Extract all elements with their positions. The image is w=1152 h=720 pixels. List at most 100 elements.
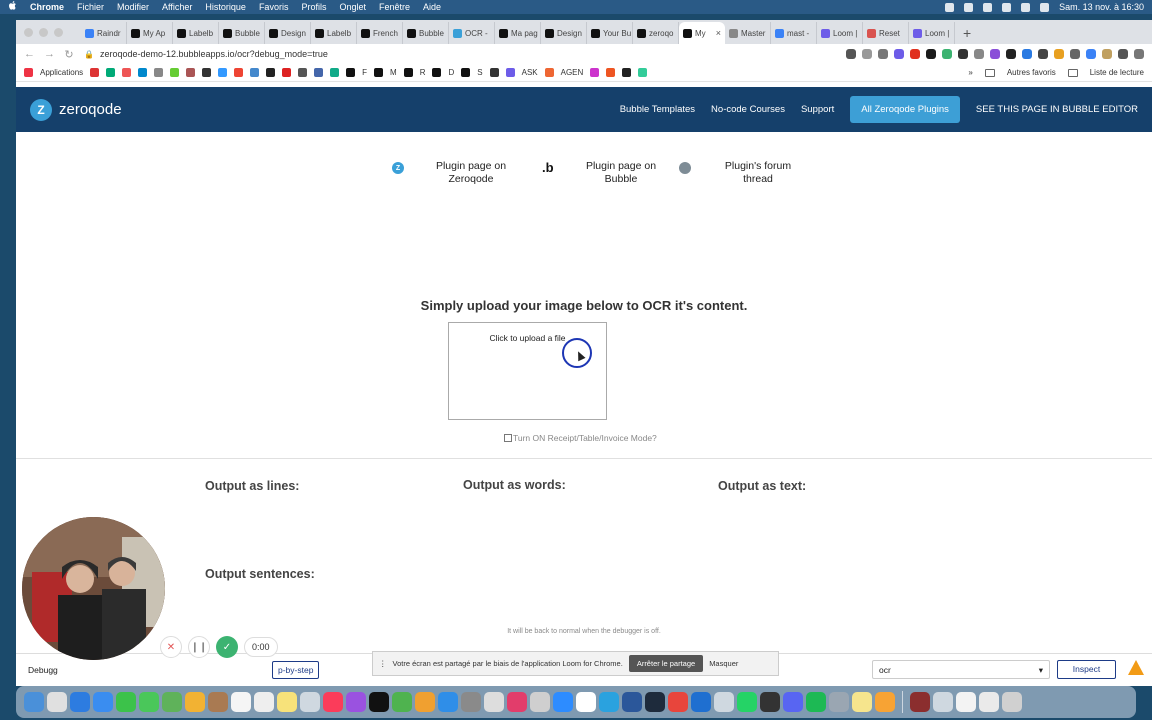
drag-handle-icon[interactable]: ⋮: [379, 659, 387, 668]
safari-icon[interactable]: [70, 692, 90, 712]
notion-icon[interactable]: [576, 692, 596, 712]
more-menu-icon[interactable]: [1134, 49, 1144, 59]
star-icon[interactable]: [878, 49, 888, 59]
notes-icon[interactable]: [277, 692, 297, 712]
bubble-bookmark-icon[interactable]: [346, 68, 356, 77]
bookmarks-overflow-icon[interactable]: »: [968, 68, 972, 77]
bookmark-icon[interactable]: [622, 68, 632, 77]
telegram-icon[interactable]: [599, 692, 619, 712]
contacts-icon[interactable]: [208, 692, 228, 712]
document-icon[interactable]: [979, 692, 999, 712]
menu-item-view[interactable]: Afficher: [162, 2, 192, 12]
menu-app-name[interactable]: Chrome: [30, 2, 64, 12]
browser-tab[interactable]: My Ap: [127, 22, 173, 44]
bookmark-icon[interactable]: [544, 68, 554, 77]
menu-item-window[interactable]: Fenêtre: [379, 2, 410, 12]
browser-tab[interactable]: My ×: [679, 22, 725, 44]
reminders-icon[interactable]: [254, 692, 274, 712]
extension-icon[interactable]: [1038, 49, 1048, 59]
menu-item-profiles[interactable]: Profils: [301, 2, 326, 12]
reading-list[interactable]: Liste de lecture: [1090, 68, 1144, 77]
app-icon[interactable]: [956, 692, 976, 712]
nav-bubble-templates[interactable]: Bubble Templates: [620, 104, 695, 115]
word-icon[interactable]: [622, 692, 642, 712]
bookmark-label[interactable]: R: [420, 68, 426, 77]
browser-tab[interactable]: Bubble: [403, 22, 449, 44]
site-logo[interactable]: Z zeroqode: [30, 98, 122, 121]
wifi-icon[interactable]: [1021, 2, 1031, 12]
bookmark-icon[interactable]: [590, 68, 600, 77]
bookmark-icon[interactable]: [234, 68, 244, 77]
bubble-bookmark-icon[interactable]: [374, 68, 384, 77]
extension-icon[interactable]: [958, 49, 968, 59]
bookmark-icon[interactable]: [186, 68, 196, 77]
bookmark-label[interactable]: AGEN: [561, 68, 584, 77]
app-icon[interactable]: [691, 692, 711, 712]
bookmark-icon[interactable]: [250, 68, 260, 77]
finish-recording-icon[interactable]: ✓: [216, 636, 238, 658]
bookmark-icon[interactable]: [505, 68, 515, 77]
finder-icon[interactable]: [24, 692, 44, 712]
menu-item-history[interactable]: Historique: [205, 2, 246, 12]
browser-tab[interactable]: zeroqo: [633, 22, 679, 44]
app-icon[interactable]: [852, 692, 872, 712]
browser-tab[interactable]: mast -: [771, 22, 817, 44]
browser-tab[interactable]: Bubble: [219, 22, 265, 44]
browser-tab[interactable]: Design: [265, 22, 311, 44]
bookmark-label[interactable]: M: [390, 68, 397, 77]
extension-icon[interactable]: [990, 49, 1000, 59]
minimize-window-icon[interactable]: [39, 27, 48, 37]
bubble-editor-link[interactable]: SEE THIS PAGE IN BUBBLE EDITOR: [976, 104, 1138, 115]
close-tab-icon[interactable]: ×: [716, 28, 721, 38]
bookmark-icon[interactable]: [266, 68, 276, 77]
apps-grid-icon[interactable]: [24, 68, 33, 77]
nav-no-code-courses[interactable]: No-code Courses: [711, 104, 785, 115]
bookmark-icon[interactable]: [606, 68, 616, 77]
bookmark-label[interactable]: F: [362, 68, 367, 77]
browser-tab[interactable]: Labelb: [173, 22, 219, 44]
bookmark-icon[interactable]: [202, 68, 212, 77]
trash-icon[interactable]: [1002, 692, 1022, 712]
photos-icon[interactable]: [185, 692, 205, 712]
launchpad-icon[interactable]: [47, 692, 67, 712]
stop-sharing-button[interactable]: Arrêter le partage: [628, 655, 704, 672]
bookmark-icon[interactable]: [330, 68, 340, 77]
new-tab-button[interactable]: +: [955, 25, 979, 44]
help-icon[interactable]: [300, 692, 320, 712]
browser-tab[interactable]: Raindr: [81, 22, 127, 44]
extension-icon[interactable]: [1070, 49, 1080, 59]
browser-tab[interactable]: Loom |: [909, 22, 955, 44]
share-icon[interactable]: [862, 49, 872, 59]
lock-icon[interactable]: 🔒: [84, 50, 94, 59]
browser-tab[interactable]: Design: [541, 22, 587, 44]
bookmark-icon[interactable]: [298, 68, 308, 77]
element-inspector-select[interactable]: ocr ▾: [872, 660, 1050, 679]
menu-item-help[interactable]: Aide: [423, 2, 441, 12]
pause-icon[interactable]: ❙❙: [188, 636, 210, 658]
podcasts-icon[interactable]: [346, 692, 366, 712]
messages-icon[interactable]: [139, 692, 159, 712]
chrome-icon[interactable]: [668, 692, 688, 712]
status-icon[interactable]: [964, 2, 974, 12]
warning-icon[interactable]: [1128, 660, 1144, 675]
facetime-icon[interactable]: [116, 692, 136, 712]
bookmark-icon[interactable]: [106, 68, 116, 77]
system-preferences-icon[interactable]: [461, 692, 481, 712]
extension-icon[interactable]: [926, 49, 936, 59]
back-icon[interactable]: ←: [24, 48, 35, 60]
browser-tab[interactable]: Loom |: [817, 22, 863, 44]
extension-icon[interactable]: [1102, 49, 1112, 59]
tv-icon[interactable]: [369, 692, 389, 712]
app-icon[interactable]: [645, 692, 665, 712]
bookmark-applications[interactable]: Applications: [40, 68, 83, 77]
url-text[interactable]: zeroqode-demo-12.bubbleapps.io/ocr?debug…: [100, 49, 328, 59]
calendar-icon[interactable]: [231, 692, 251, 712]
whatsapp-icon[interactable]: [737, 692, 757, 712]
browser-tab[interactable]: French: [357, 22, 403, 44]
app-store-icon[interactable]: [438, 692, 458, 712]
menu-item-tab[interactable]: Onglet: [339, 2, 366, 12]
forum-thread-link[interactable]: Plugin's forum thread: [679, 160, 803, 186]
browser-tab[interactable]: Labelb: [311, 22, 357, 44]
bubble-page-link[interactable]: .b Plugin page on Bubble: [542, 160, 666, 186]
discord-icon[interactable]: [783, 692, 803, 712]
